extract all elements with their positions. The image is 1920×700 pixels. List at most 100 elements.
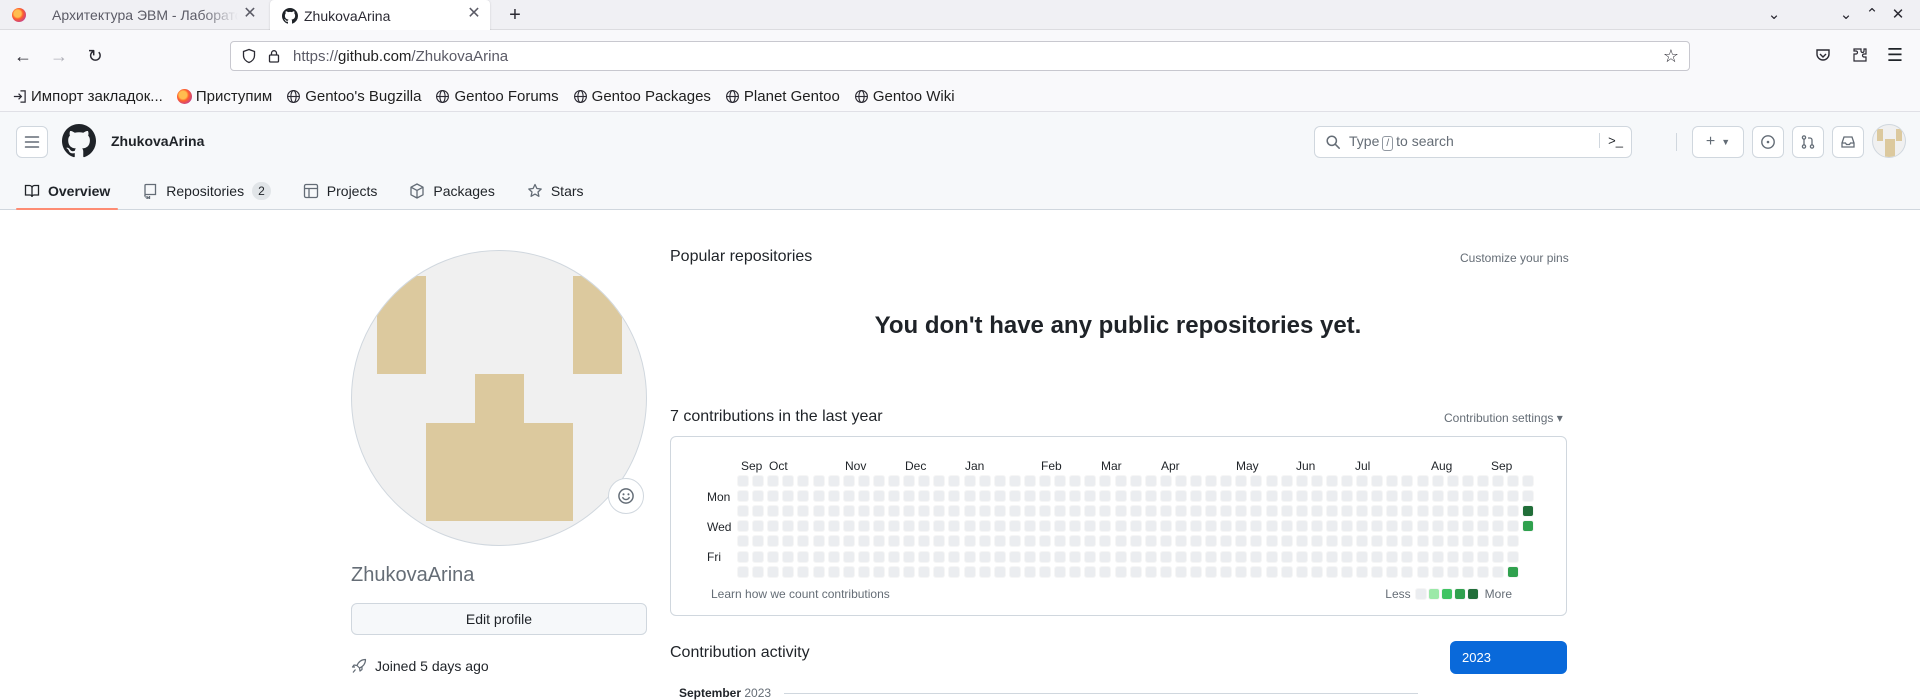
contribution-day-cell[interactable] [1416, 505, 1429, 518]
contribution-day-cell[interactable] [1099, 505, 1112, 518]
contribution-day-cell[interactable] [1310, 535, 1323, 548]
extensions-icon[interactable] [1849, 44, 1871, 66]
contribution-day-cell[interactable] [782, 550, 795, 563]
contribution-day-cell[interactable] [1401, 505, 1414, 518]
contribution-day-cell[interactable] [1023, 535, 1036, 548]
contribution-day-cell[interactable] [1039, 550, 1051, 563]
contribution-day-cell[interactable] [978, 550, 991, 563]
contribution-day-cell[interactable] [1461, 505, 1474, 518]
contribution-day-cell[interactable] [1054, 565, 1067, 578]
contribution-day-cell[interactable] [827, 475, 840, 487]
contribution-day-cell[interactable] [1008, 505, 1021, 518]
contribution-day-cell[interactable] [1084, 520, 1097, 533]
contribution-day-cell[interactable] [903, 490, 916, 503]
tab-stars[interactable]: Stars [519, 172, 592, 210]
contribution-day-cell[interactable] [857, 490, 870, 503]
contribution-day-cell[interactable] [1205, 550, 1218, 563]
contribution-day-cell[interactable] [782, 475, 795, 487]
contribution-day-cell[interactable] [1492, 550, 1504, 563]
contribution-day-cell[interactable] [842, 505, 855, 518]
contribution-day-cell[interactable] [1356, 505, 1369, 518]
contribution-day-cell[interactable] [752, 535, 765, 548]
bookmark-gentoo-wiki[interactable]: Gentoo Wiki [854, 88, 955, 105]
contribution-day-cell[interactable] [782, 490, 795, 503]
contribution-day-cell[interactable] [1446, 475, 1459, 487]
contribution-day-cell[interactable] [1325, 550, 1338, 563]
contribution-day-cell[interactable] [948, 535, 961, 548]
contribution-day-cell[interactable] [1401, 475, 1414, 487]
contribution-day-cell[interactable] [737, 505, 749, 518]
contribution-day-cell[interactable] [1431, 505, 1444, 518]
contribution-day-cell[interactable] [1310, 505, 1323, 518]
contribution-day-cell[interactable] [918, 550, 931, 563]
contribution-day-cell[interactable] [903, 550, 916, 563]
contribution-day-cell[interactable] [872, 505, 885, 518]
contribution-day-cell[interactable] [1310, 490, 1323, 503]
contribution-day-cell[interactable] [963, 505, 976, 518]
contribution-day-cell[interactable] [737, 520, 749, 533]
bookmark-gentoo-bugzilla[interactable]: Gentoo's Bugzilla [286, 88, 421, 105]
contribution-day-cell[interactable] [857, 565, 870, 578]
contribution-day-cell[interactable] [1401, 535, 1414, 548]
contribution-day-cell[interactable] [1295, 565, 1308, 578]
context-username[interactable]: ZhukovaArina [111, 133, 204, 149]
contribution-day-cell[interactable] [993, 490, 1006, 503]
customize-pins-link[interactable]: Customize your pins [1460, 251, 1569, 265]
contribution-day-cell[interactable] [1054, 535, 1067, 548]
contribution-day-cell[interactable] [1054, 520, 1067, 533]
contribution-day-cell[interactable] [1205, 535, 1218, 548]
contribution-day-cell[interactable] [1492, 535, 1504, 548]
contribution-day-cell[interactable] [767, 505, 780, 518]
contribution-day-cell[interactable] [1144, 490, 1157, 503]
back-arrow-icon[interactable]: ← [10, 43, 36, 69]
contribution-day-cell[interactable] [1310, 550, 1323, 563]
contribution-day-cell[interactable] [948, 475, 961, 487]
contribution-day-cell[interactable] [918, 490, 931, 503]
contribution-day-cell[interactable] [1476, 535, 1489, 548]
contribution-day-cell[interactable] [1356, 565, 1369, 578]
contribution-day-cell[interactable] [1476, 520, 1489, 533]
contribution-day-cell[interactable] [1023, 475, 1036, 487]
contribution-day-cell[interactable] [1084, 535, 1097, 548]
contribution-day-cell[interactable] [857, 475, 870, 487]
contribution-day-cell[interactable] [1431, 565, 1444, 578]
contribution-day-cell[interactable] [1235, 505, 1248, 518]
close-icon[interactable]: ✕ [242, 6, 258, 22]
contribution-day-cell[interactable] [1492, 505, 1504, 518]
contribution-day-cell[interactable] [1371, 550, 1384, 563]
bookmark-getting-started[interactable]: Приступим [176, 88, 272, 105]
contribution-day-cell[interactable] [1401, 550, 1414, 563]
contribution-day-cell[interactable] [1190, 490, 1202, 503]
contribution-day-cell[interactable] [797, 490, 810, 503]
contribution-day-cell[interactable] [1461, 565, 1474, 578]
contribution-day-cell[interactable] [1159, 490, 1172, 503]
contribution-day-cell[interactable] [1416, 550, 1429, 563]
contribution-day-cell[interactable] [767, 490, 780, 503]
contribution-day-cell[interactable] [948, 565, 961, 578]
issues-button[interactable] [1752, 126, 1784, 158]
contribution-day-cell[interactable] [812, 550, 825, 563]
contribution-day-cell[interactable] [1144, 520, 1157, 533]
contribution-day-cell[interactable] [827, 565, 840, 578]
contribution-day-cell[interactable] [752, 475, 765, 487]
contribution-day-cell[interactable] [978, 505, 991, 518]
browser-tab-lab[interactable]: Архитектура ЭВМ - Лабораторная ✕ [40, 0, 266, 30]
contribution-day-cell[interactable] [1069, 475, 1082, 487]
contribution-day-cell[interactable] [1341, 490, 1353, 503]
maximize-icon[interactable]: ⌃ [1862, 5, 1882, 23]
contribution-day-cell[interactable] [1190, 475, 1202, 487]
contribution-day-cell[interactable] [963, 520, 976, 533]
contribution-day-cell[interactable] [1205, 505, 1218, 518]
contribution-day-cell[interactable] [1129, 505, 1142, 518]
contribution-day-cell[interactable] [903, 505, 916, 518]
contribution-day-cell[interactable] [1069, 535, 1082, 548]
contribution-day-cell[interactable] [1250, 535, 1263, 548]
contribution-day-cell[interactable] [1129, 520, 1142, 533]
contribution-day-cell[interactable] [993, 535, 1006, 548]
pull-requests-button[interactable] [1792, 126, 1824, 158]
bookmark-gentoo-packages[interactable]: Gentoo Packages [573, 88, 711, 105]
contribution-day-cell[interactable] [1310, 565, 1323, 578]
contribution-day-cell[interactable] [1265, 505, 1278, 518]
contribution-day-cell[interactable] [1069, 565, 1082, 578]
contribution-day-cell[interactable] [1114, 550, 1127, 563]
